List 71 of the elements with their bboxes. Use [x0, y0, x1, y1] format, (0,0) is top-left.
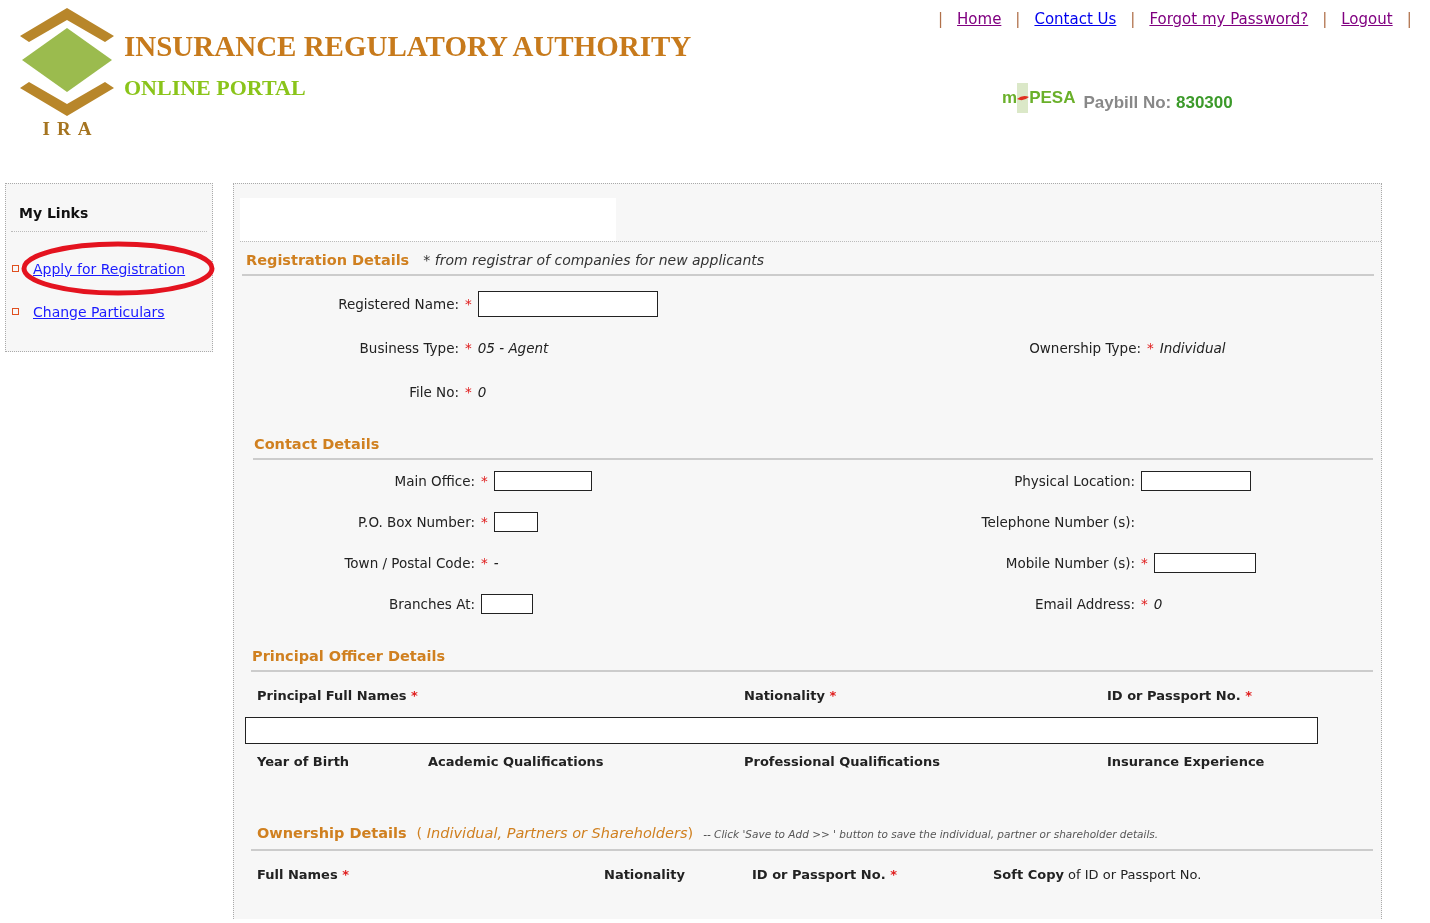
text-field[interactable] [1141, 470, 1251, 491]
nav-link[interactable]: Home [957, 10, 1002, 28]
field-label: Email Address: [1033, 595, 1135, 612]
required-asterisk: * [465, 296, 472, 312]
nav-separator: | [1015, 10, 1021, 28]
diamond-logo-icon [20, 8, 114, 116]
column-header: Full Names * [257, 867, 351, 882]
sidebar-title: My Links [11, 189, 207, 232]
section-title: Registration Details [246, 252, 410, 268]
field-label: P.O. Box Number: [357, 513, 475, 530]
field-label: Main Office: [393, 472, 475, 489]
bullet-icon [12, 265, 19, 272]
text-field[interactable] [493, 511, 538, 532]
field-label: Registered Name: [337, 296, 459, 312]
field-label: Mobile Number (s): [1004, 554, 1135, 571]
help-note: -- Click 'Save to Add >> ' button to save the individual, partner or shareholder details. [703, 828, 1159, 840]
required-asterisk: * [465, 384, 472, 400]
required-asterisk: * [481, 472, 488, 489]
nav-separator: | [1406, 10, 1412, 28]
nav-separator: | [1322, 10, 1328, 28]
field-value: Individual [1159, 340, 1226, 356]
column-header: Professional Qualifications [744, 754, 941, 769]
section-title: Ownership Details [257, 825, 407, 841]
field-label: Telephone Number (s): [980, 513, 1135, 530]
section-note: *from registrar of companies for new applicants [423, 252, 765, 268]
sidebar-link[interactable]: Apply for Registration [33, 260, 186, 277]
column-header: Nationality * [744, 688, 838, 703]
section-note: ( Individual, Partners or Shareholders) [416, 825, 694, 841]
required-asterisk: * [481, 513, 488, 530]
column-header: Principal Full Names * [257, 688, 419, 703]
nav-separator: | [938, 10, 944, 28]
required-asterisk: * [1147, 340, 1154, 356]
column-header: Year of Birth [257, 754, 351, 769]
logo-caption: IRA [41, 118, 99, 140]
field-value: - [493, 554, 499, 571]
site-subtitle: ONLINE PORTAL [124, 75, 307, 101]
field-label: Town / Postal Code: [343, 554, 475, 571]
field-label: Physical Location: [1013, 472, 1135, 489]
field-value: 0 [477, 384, 487, 400]
field-label: Ownership Type: [1028, 340, 1141, 356]
site-title: INSURANCE REGULATORY AUTHORITY [124, 30, 692, 63]
mpesa-logo: m PESA [1002, 83, 1076, 113]
column-header: ID or Passport No. * [752, 867, 898, 882]
required-asterisk: * [1141, 554, 1148, 571]
paybill-number: Paybill No: 830300 [1083, 93, 1233, 113]
field-value: 0 [1153, 595, 1163, 612]
field-label: Branches At: [387, 595, 475, 612]
section-title: Contact Details [254, 436, 380, 452]
text-field[interactable] [477, 291, 658, 317]
required-asterisk: * [465, 340, 472, 356]
nav-separator: | [1130, 10, 1136, 28]
section-title: Principal Officer Details [252, 648, 446, 664]
column-header: Academic Qualifications [428, 754, 605, 769]
nav-link[interactable]: Logout [1341, 10, 1393, 28]
column-header: ID or Passport No. * [1107, 688, 1253, 703]
field-value: 05 - Agent [477, 340, 549, 356]
nav-link[interactable]: Forgot my Password? [1149, 10, 1309, 28]
text-field[interactable] [481, 593, 533, 614]
field-label: File No: [408, 384, 459, 400]
column-header: Soft Copy of ID or Passport No. [993, 867, 1203, 882]
text-field[interactable] [1153, 552, 1256, 573]
nav-link[interactable]: Contact Us [1034, 10, 1117, 28]
text-field[interactable] [493, 470, 592, 491]
sidebar-link[interactable]: Change Particulars [33, 303, 165, 320]
field-label: Business Type: [358, 340, 459, 356]
column-header: Insurance Experience [1107, 754, 1266, 769]
text-field[interactable] [245, 717, 1318, 744]
column-header: Nationality [604, 867, 686, 882]
required-asterisk: * [481, 554, 488, 571]
bullet-icon [12, 308, 19, 315]
required-asterisk: * [1141, 595, 1148, 612]
